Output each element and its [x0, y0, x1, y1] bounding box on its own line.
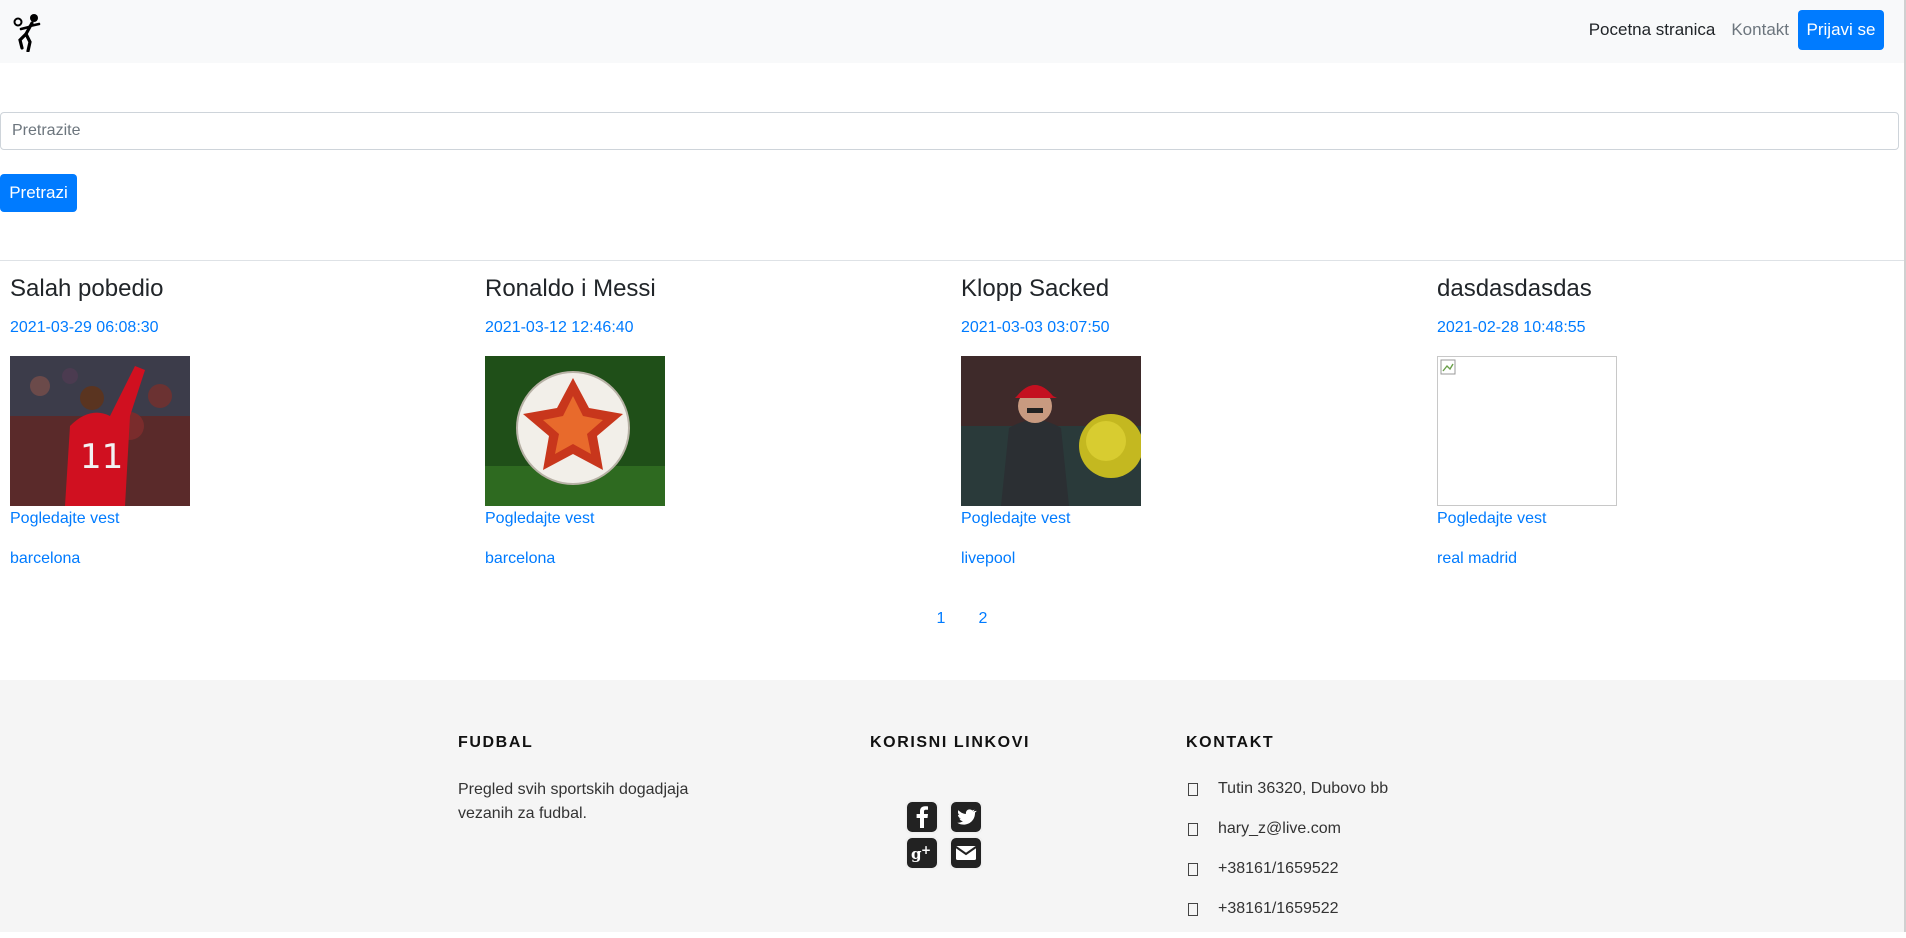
footer-contact-heading: KONTAKT: [1186, 734, 1275, 751]
view-article-link[interactable]: Pogledajte vest: [1437, 508, 1906, 530]
phone-icon: [1188, 862, 1198, 876]
article-title: Ronaldo i Messi: [485, 275, 656, 302]
facebook-icon[interactable]: [907, 802, 937, 832]
footer-about: FUDBAL Pregled svih sportskih dogadjaja …: [458, 734, 718, 826]
footer-contact: KONTAKT Tutin 36320, Dubovo bb hary_z@li…: [1186, 734, 1388, 938]
contact-item: Tutin 36320, Dubovo bb: [1186, 778, 1388, 800]
divider: [0, 260, 1904, 261]
google-plus-icon[interactable]: g +: [907, 838, 937, 868]
search-input[interactable]: [0, 112, 1899, 150]
article-image[interactable]: 11: [10, 356, 190, 506]
contact-list: Tutin 36320, Dubovo bb hary_z@live.com +…: [1186, 778, 1388, 920]
article-card: Salah pobedio 2021-03-29 06:08:30 11 Pog…: [10, 272, 480, 570]
svg-text:11: 11: [80, 437, 123, 477]
article-date[interactable]: 2021-03-29 06:08:30: [10, 318, 480, 338]
view-article-link[interactable]: Pogledajte vest: [485, 508, 955, 530]
page-link[interactable]: 1: [920, 610, 962, 628]
contact-phone: +38161/1659522: [1218, 860, 1339, 877]
article-title: Salah pobedio: [10, 275, 164, 302]
envelope-icon[interactable]: [951, 838, 981, 868]
nav-links: Pocetna stranica Kontakt Prijavi se: [1589, 10, 1884, 50]
article-tag[interactable]: real madrid: [1437, 548, 1906, 570]
article-tag[interactable]: barcelona: [485, 548, 955, 570]
search-button[interactable]: Pretrazi: [0, 174, 77, 212]
location-icon: [1188, 782, 1198, 796]
nav-link-contact[interactable]: Kontakt: [1731, 20, 1789, 40]
football-player-icon[interactable]: [12, 12, 44, 53]
page-link[interactable]: 2: [962, 610, 1004, 628]
article-image[interactable]: [961, 356, 1141, 506]
article-date[interactable]: 2021-02-28 10:48:55: [1437, 318, 1906, 338]
article-tag[interactable]: barcelona: [10, 548, 480, 570]
contact-email: hary_z@live.com: [1218, 820, 1341, 837]
article-card: Klopp Sacked 2021-03-03 03:07:50 Pogleda…: [961, 272, 1431, 570]
contact-phone: +38161/1659522: [1218, 900, 1339, 917]
contact-address: Tutin 36320, Dubovo bb: [1218, 780, 1389, 797]
email-icon: [1188, 822, 1198, 836]
footer-links: KORISNI LINKOVI: [870, 734, 1030, 756]
contact-item: +38161/1659522: [1186, 858, 1388, 880]
nav-link-home[interactable]: Pocetna stranica: [1589, 20, 1716, 40]
phone-icon: [1188, 902, 1198, 916]
article-title: Klopp Sacked: [961, 275, 1110, 302]
view-article-link[interactable]: Pogledajte vest: [961, 508, 1431, 530]
article-title: dasdasdasdas: [1437, 275, 1592, 302]
broken-image-icon[interactable]: [1437, 356, 1617, 506]
pagination: 1 2: [920, 610, 1004, 628]
footer-about-text: Pregled svih sportskih dogadjaja vezanih…: [458, 781, 689, 822]
login-button[interactable]: Prijavi se: [1798, 10, 1884, 50]
twitter-icon[interactable]: [951, 802, 981, 832]
article-date[interactable]: 2021-03-03 03:07:50: [961, 318, 1431, 338]
article-date[interactable]: 2021-03-12 12:46:40: [485, 318, 955, 338]
article-card: dasdasdasdas 2021-02-28 10:48:55 Pogleda…: [1437, 272, 1906, 570]
navbar: Pocetna stranica Kontakt Prijavi se: [0, 0, 1904, 63]
article-image[interactable]: [485, 356, 665, 506]
contact-item: hary_z@live.com: [1186, 818, 1388, 840]
svg-text:+: +: [921, 843, 931, 857]
view-article-link[interactable]: Pogledajte vest: [10, 508, 480, 530]
article-tag[interactable]: livepool: [961, 548, 1431, 570]
footer-links-heading: KORISNI LINKOVI: [870, 734, 1031, 751]
contact-item: +38161/1659522: [1186, 898, 1388, 920]
article-card: Ronaldo i Messi 2021-03-12 12:46:40 Pogl…: [485, 272, 955, 570]
footer-about-heading: FUDBAL: [458, 734, 534, 751]
social-links: g +: [907, 802, 1001, 868]
